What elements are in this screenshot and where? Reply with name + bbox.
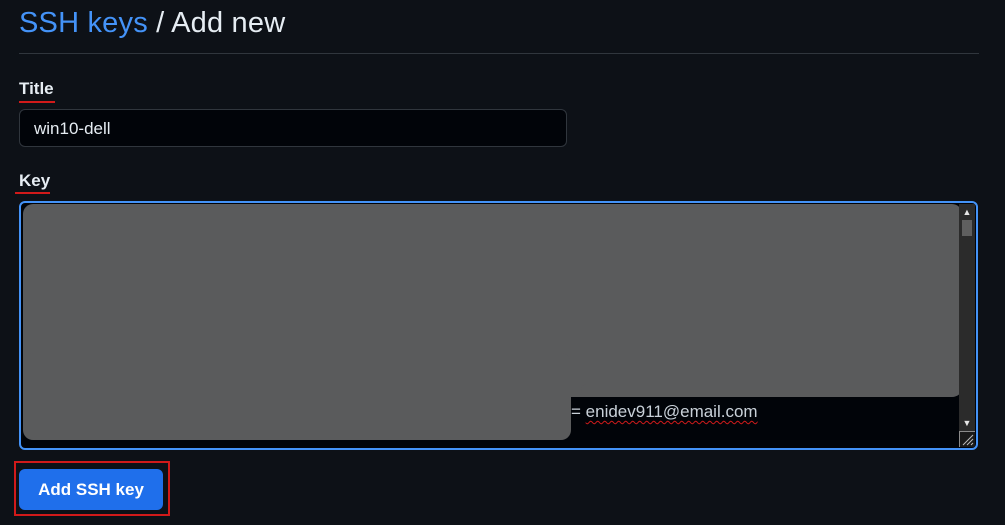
scroll-up-icon[interactable]: ▲ [959,204,975,220]
key-text-prefix: = [571,402,586,421]
header-divider [19,53,979,54]
page-title: SSH keys / Add new [19,4,285,42]
title-label-annotation [19,101,55,103]
key-textarea[interactable]: = enidev911@email.com ▲ ▼ [19,201,978,450]
add-ssh-key-button[interactable]: Add SSH key [19,469,163,510]
scrollbar-thumb[interactable] [962,220,972,236]
key-label-annotation [15,192,50,194]
key-text-tail: = enidev911@email.com [571,402,758,422]
scroll-down-icon[interactable]: ▼ [959,415,975,431]
key-text-fragment [581,384,961,396]
title-label: Title [19,79,54,98]
redaction-block [23,353,571,440]
key-email: enidev911@email.com [585,402,758,421]
breadcrumb-current: Add new [171,7,286,39]
title-input[interactable]: win10-dell [19,109,567,147]
resize-grip-icon[interactable] [959,431,975,447]
breadcrumb-ssh-keys-link[interactable]: SSH keys [19,7,148,39]
breadcrumb-separator: / [147,7,172,39]
key-label: Key [19,171,51,190]
key-scrollbar[interactable]: ▲ ▼ [959,204,975,431]
